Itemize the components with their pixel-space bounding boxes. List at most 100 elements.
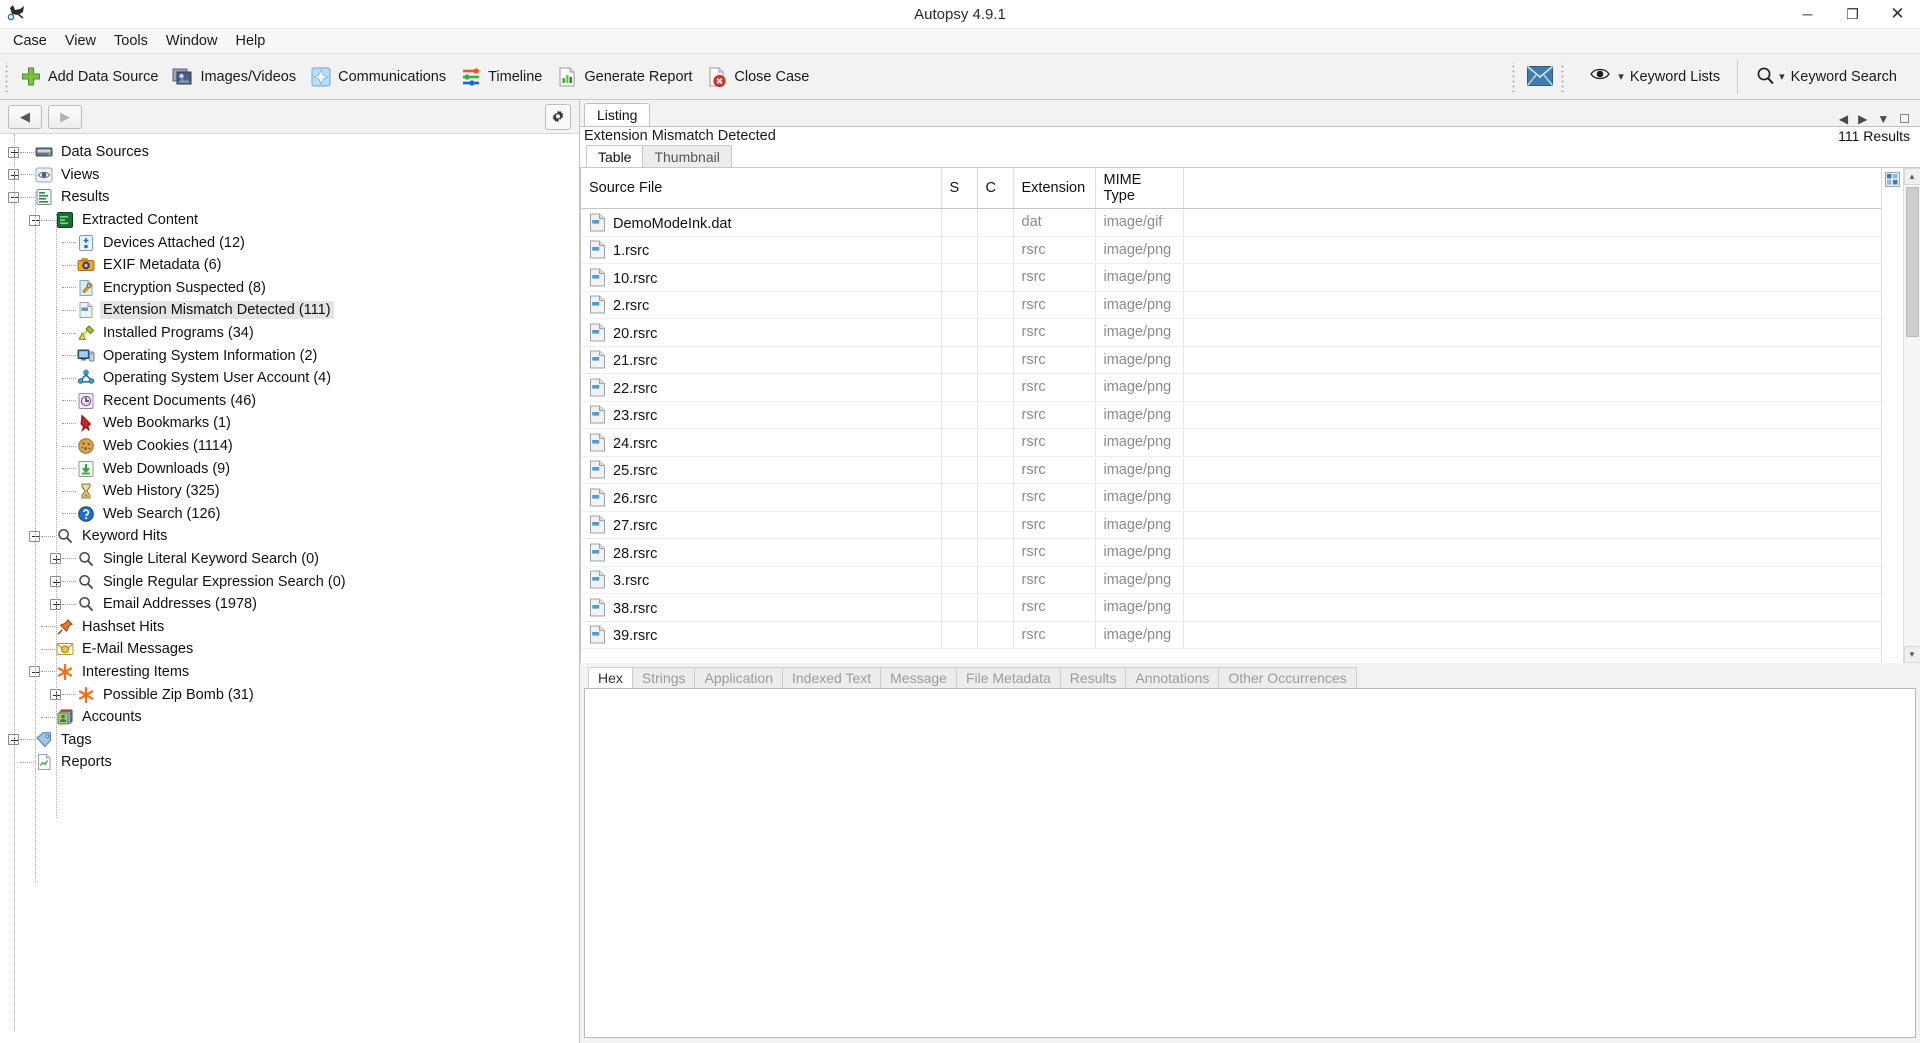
tab-listing[interactable]: Listing [584, 103, 651, 126]
tree-item-single-regular-expression-search-0[interactable]: Single Regular Expression Search (0) [0, 570, 579, 593]
table-row[interactable]: 20.rsrc rsrc image/png [581, 318, 1881, 347]
listing-dropdown-icon[interactable]: ▼ [1877, 112, 1889, 126]
tree-item-results[interactable]: Results [0, 186, 579, 209]
table-row[interactable]: 27.rsrc rsrc image/png [581, 511, 1881, 539]
green-plus-icon [20, 66, 42, 88]
table-row[interactable]: 3.rsrc rsrc image/png [581, 566, 1881, 594]
tab-hex[interactable]: Hex [588, 667, 633, 688]
images-videos-button[interactable]: Images/Videos [165, 63, 303, 91]
timeline-button[interactable]: Timeline [453, 63, 549, 91]
tree-item-installed-programs-34[interactable]: Installed Programs (34) [0, 322, 579, 345]
minimize-button[interactable]: ─ [1785, 0, 1830, 29]
table-row[interactable]: 28.rsrc rsrc image/png [581, 538, 1881, 567]
toolbar-grip[interactable] [3, 61, 10, 92]
table-row[interactable]: 1.rsrc rsrc image/png [581, 236, 1881, 264]
column-header-extension[interactable]: Extension [1013, 168, 1096, 209]
tree-item-recent-documents-46[interactable]: Recent Documents (46) [0, 390, 579, 413]
column-header-c[interactable]: C [977, 168, 1014, 209]
close-button[interactable]: ✕ [1875, 0, 1920, 29]
tree-item-devices-attached-12[interactable]: Devices Attached (12) [0, 231, 579, 254]
tree-item-web-bookmarks-1[interactable]: Web Bookmarks (1) [0, 412, 579, 435]
menu-tools[interactable]: Tools [105, 30, 157, 52]
table-row[interactable]: 2.rsrc rsrc image/png [581, 291, 1881, 319]
scroll-down-arrow[interactable]: ▼ [1903, 646, 1920, 663]
table-row[interactable]: 39.rsrc rsrc image/png [581, 621, 1881, 649]
source-file-name: 20.rsrc [613, 325, 658, 342]
tab-application[interactable]: Application [694, 667, 783, 688]
tab-message[interactable]: Message [880, 667, 957, 688]
tree-item-single-literal-keyword-search-0[interactable]: Single Literal Keyword Search (0) [0, 548, 579, 571]
table-row[interactable]: 26.rsrc rsrc image/png [581, 483, 1881, 512]
tree-item-email-addresses-1978[interactable]: Email Addresses (1978) [0, 593, 579, 616]
generate-report-button[interactable]: Generate Report [549, 63, 699, 91]
tab-file-metadata[interactable]: File Metadata [955, 667, 1061, 688]
download-icon [77, 460, 95, 478]
cell-filler [1183, 208, 1881, 237]
table-row[interactable]: DemoModeInk.dat dat image/gif [581, 208, 1881, 237]
table-row[interactable]: 22.rsrc rsrc image/png [581, 373, 1881, 402]
table-row[interactable]: 21.rsrc rsrc image/png [581, 346, 1881, 374]
tree-item-accounts[interactable]: Accounts [0, 706, 579, 729]
back-button[interactable]: ◀ [8, 104, 42, 129]
tree-item-web-cookies-1114[interactable]: Web Cookies (1114) [0, 435, 579, 458]
tree-item-web-history-325[interactable]: Web History (325) [0, 480, 579, 503]
table-row[interactable]: 23.rsrc rsrc image/png [581, 401, 1881, 429]
tree-item-encryption-suspected-8[interactable]: Encryption Suspected (8) [0, 277, 579, 300]
tree-item-interesting-items[interactable]: Interesting Items [0, 661, 579, 684]
accounts-icon [56, 708, 74, 726]
table-vertical-scrollbar[interactable]: ▲ ▼ [1903, 168, 1920, 663]
tree-item-keyword-hits[interactable]: Keyword Hits [0, 525, 579, 548]
tree-item-tags[interactable]: Tags [0, 728, 579, 751]
tree-item-e-mail-messages[interactable]: E-Mail Messages [0, 638, 579, 661]
email-button[interactable] [1520, 63, 1556, 91]
table-row[interactable]: 38.rsrc rsrc image/png [581, 593, 1881, 622]
column-chooser-button[interactable] [1881, 168, 1903, 663]
tree-item-possible-zip-bomb-31[interactable]: Possible Zip Bomb (31) [0, 683, 579, 706]
tree-item-hashset-hits[interactable]: Hashset Hits [0, 615, 579, 638]
tree-item-web-search-126[interactable]: Web Search (126) [0, 503, 579, 526]
toolbar-grip-keyword[interactable] [1559, 61, 1567, 92]
tree-item-extension-mismatch-detected-111[interactable]: Extension Mismatch Detected (111) [0, 299, 579, 322]
scrollbar-thumb[interactable] [1905, 187, 1919, 337]
tab-other-occurrences[interactable]: Other Occurrences [1218, 667, 1357, 688]
gear-icon[interactable] [545, 103, 571, 130]
web-search-icon [77, 505, 95, 523]
tab-table[interactable]: Table [586, 145, 644, 167]
scroll-up-arrow[interactable]: ▲ [1903, 168, 1920, 185]
tree-item-views[interactable]: Views [0, 164, 579, 187]
tree-item-reports[interactable]: Reports [0, 751, 579, 774]
column-header-mime-type[interactable]: MIME Type [1095, 168, 1184, 209]
listing-next-icon[interactable]: ▶ [1858, 112, 1867, 126]
tab-strings[interactable]: Strings [631, 667, 696, 688]
menu-case[interactable]: Case [4, 30, 56, 52]
table-row[interactable]: 25.rsrc rsrc image/png [581, 456, 1881, 484]
tree-item-extracted-content[interactable]: Extracted Content [0, 209, 579, 232]
column-header-s[interactable]: S [941, 168, 978, 209]
table-row[interactable]: 24.rsrc rsrc image/png [581, 428, 1881, 457]
listing-prev-icon[interactable]: ◀ [1839, 112, 1848, 126]
content-viewer-pane: Hex Strings Application Indexed Text Message… [580, 663, 1920, 1043]
table-row[interactable]: 10.rsrc rsrc image/png [581, 263, 1881, 292]
menu-view[interactable]: View [56, 30, 105, 52]
tree-item-exif-metadata-6[interactable]: EXIF Metadata (6) [0, 254, 579, 277]
tree-item-data-sources[interactable]: Data Sources [0, 141, 579, 164]
keyword-lists-button[interactable]: ▾ Keyword Lists [1583, 63, 1727, 91]
menu-window[interactable]: Window [157, 30, 227, 52]
column-header-source-file[interactable]: Source File [581, 168, 942, 209]
close-case-button[interactable]: Close Case [699, 63, 816, 91]
tab-indexed-text[interactable]: Indexed Text [781, 667, 882, 688]
listing-maximize-icon[interactable]: ☐ [1899, 112, 1910, 126]
add-data-source-button[interactable]: Add Data Source [13, 63, 165, 91]
menu-help[interactable]: Help [226, 30, 274, 52]
tab-results[interactable]: Results [1059, 667, 1127, 688]
tree-item-web-downloads-9[interactable]: Web Downloads (9) [0, 457, 579, 480]
forward-button[interactable]: ▶ [48, 104, 82, 129]
tree-item-operating-system-information-2[interactable]: Operating System Information (2) [0, 344, 579, 367]
communications-button[interactable]: Communications [303, 63, 453, 91]
maximize-button[interactable]: ❐ [1830, 0, 1875, 29]
toolbar-grip-mail[interactable] [1510, 61, 1518, 92]
tab-thumbnail[interactable]: Thumbnail [642, 145, 732, 167]
keyword-search-button[interactable]: ▾ Keyword Search [1748, 63, 1904, 91]
tab-annotations[interactable]: Annotations [1125, 667, 1220, 688]
tree-item-operating-system-user-account-4[interactable]: Operating System User Account (4) [0, 367, 579, 390]
